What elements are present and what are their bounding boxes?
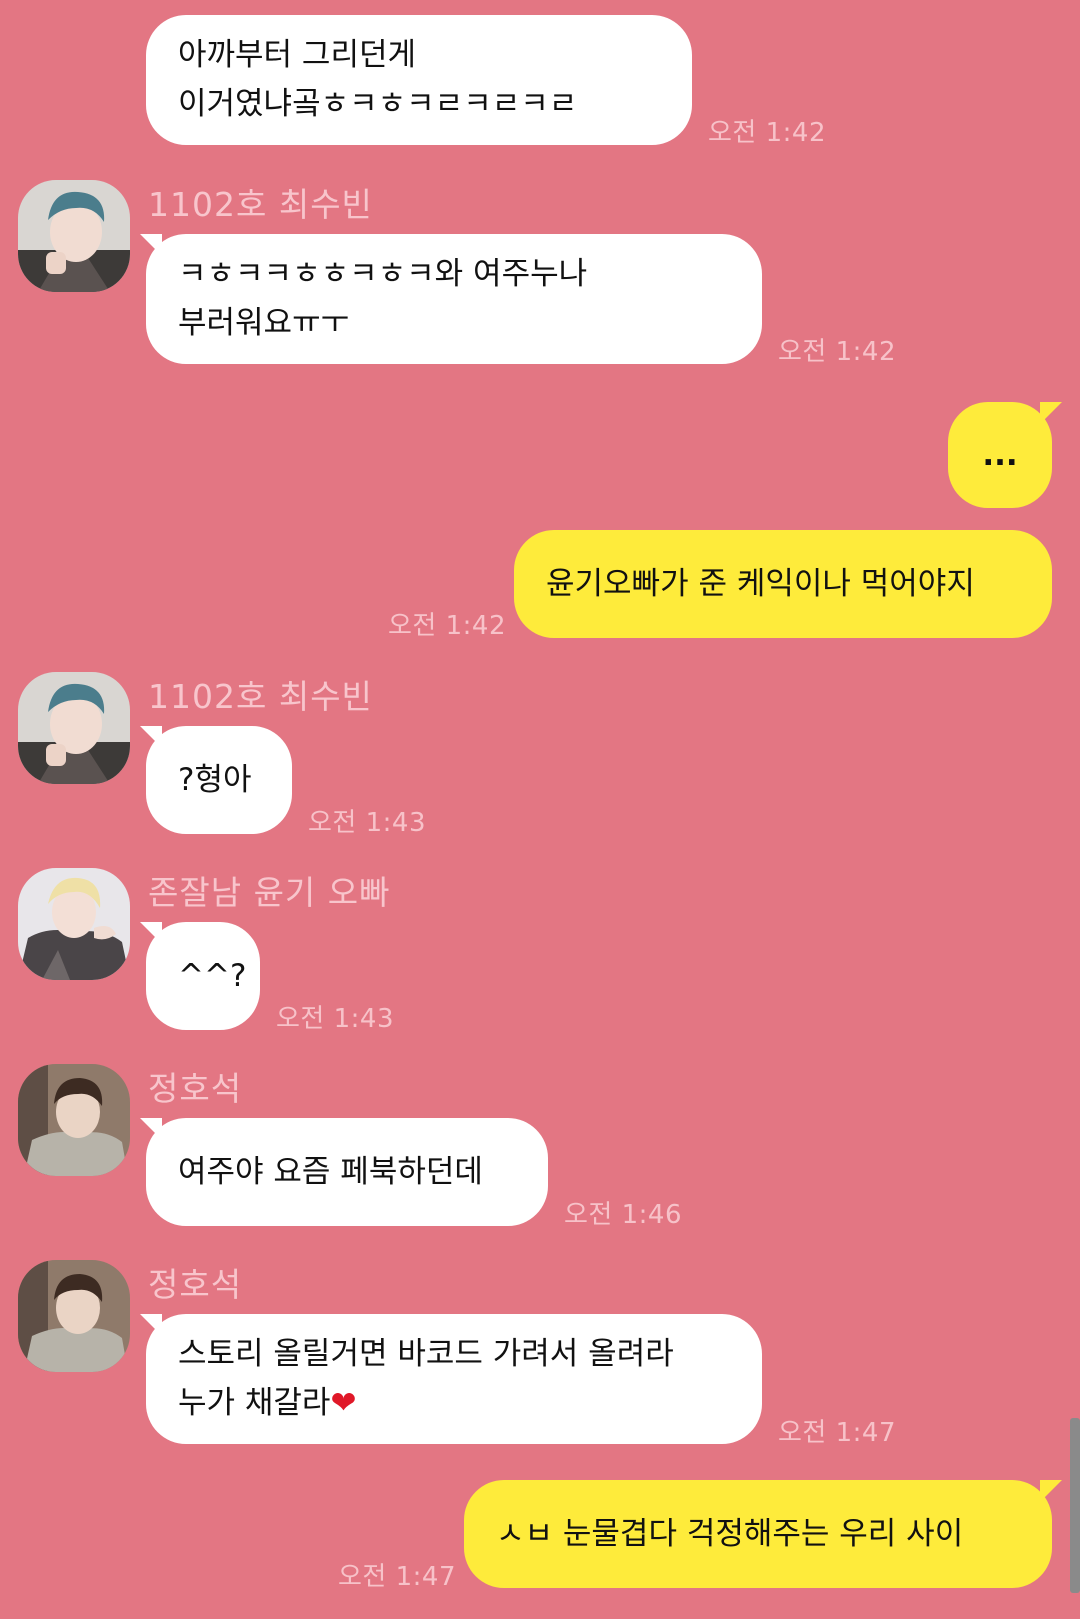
message-text-line: ㅋㅎㅋㅋㅎㅎㅋㅎㅋ와 여주누나 xyxy=(178,256,588,292)
message-text-line: ... xyxy=(982,436,1018,473)
message-bubble[interactable]: ^^? xyxy=(146,922,260,1030)
message-bubble[interactable]: 아까부터 그리던게 이거였냐곸ㅎㅋㅎㅋㄹㅋㄹㅋㄹ xyxy=(146,15,692,145)
message-text-line: 여주야 요즘 페북하던데 xyxy=(178,1153,483,1190)
message-text-line: 스토리 올릴거면 바코드 가려서 올려라 xyxy=(178,1336,674,1372)
message-timestamp: 오전 1:43 xyxy=(308,808,426,838)
profile-photo-icon xyxy=(18,672,130,784)
profile-photo-icon xyxy=(18,868,130,980)
message-text-line: 누가 채갈라❤ xyxy=(178,1379,730,1428)
message-text-fragment: 누가 채갈라 xyxy=(178,1385,331,1421)
avatar[interactable] xyxy=(18,672,130,784)
message-text-line: ?형아 xyxy=(178,761,252,798)
avatar[interactable] xyxy=(18,868,130,980)
message-timestamp: 오전 1:47 xyxy=(778,1418,896,1448)
message-bubble[interactable]: ... xyxy=(948,402,1052,508)
scrollbar[interactable] xyxy=(1070,1418,1080,1593)
message-bubble[interactable]: 스토리 올릴거면 바코드 가려서 올려라 누가 채갈라❤ xyxy=(146,1314,762,1444)
heart-icon: ❤ xyxy=(330,1385,357,1421)
message-bubble[interactable]: ㅋㅎㅋㅋㅎㅎㅋㅎㅋ와 여주누나 부러워요ㅠㅜ xyxy=(146,234,762,364)
message-timestamp: 오전 1:43 xyxy=(276,1004,394,1034)
message-timestamp: 오전 1:42 xyxy=(778,337,896,367)
profile-photo-icon xyxy=(18,1064,130,1176)
message-text-line: 윤기오빠가 준 케익이나 먹어야지 xyxy=(546,565,975,602)
sender-name: 정호석 xyxy=(148,1069,243,1108)
avatar[interactable] xyxy=(18,1064,130,1176)
sender-name: 존잘남 윤기 오빠 xyxy=(148,873,391,912)
message-bubble[interactable]: 여주야 요즘 페북하던데 xyxy=(146,1118,548,1226)
message-timestamp: 오전 1:42 xyxy=(388,611,506,641)
message-bubble[interactable]: ㅅㅂ 눈물겹다 걱정해주는 우리 사이 xyxy=(464,1480,1052,1588)
message-text-line: ^^? xyxy=(178,957,247,994)
message-text-line: ㅅㅂ 눈물겹다 걱정해주는 우리 사이 xyxy=(496,1515,964,1552)
profile-photo-icon xyxy=(18,1260,130,1372)
sender-name: 1102호 최수빈 xyxy=(148,677,373,716)
message-text-line: 부러워요ㅠㅜ xyxy=(178,305,350,341)
sender-name: 정호석 xyxy=(148,1265,243,1304)
sender-name: 1102호 최수빈 xyxy=(148,185,373,224)
profile-photo-icon xyxy=(18,180,130,292)
message-timestamp: 오전 1:47 xyxy=(338,1562,456,1592)
message-bubble[interactable]: 윤기오빠가 준 케익이나 먹어야지 xyxy=(514,530,1052,638)
avatar[interactable] xyxy=(18,1260,130,1372)
message-text-line: 이거였냐곸ㅎㅋㅎㅋㄹㅋㄹㅋㄹ xyxy=(178,86,578,122)
message-bubble[interactable]: ?형아 xyxy=(146,726,292,834)
message-timestamp: 오전 1:46 xyxy=(564,1200,682,1230)
message-text-line: 아까부터 그리던게 xyxy=(178,37,417,73)
message-timestamp: 오전 1:42 xyxy=(708,118,826,148)
avatar[interactable] xyxy=(18,180,130,292)
